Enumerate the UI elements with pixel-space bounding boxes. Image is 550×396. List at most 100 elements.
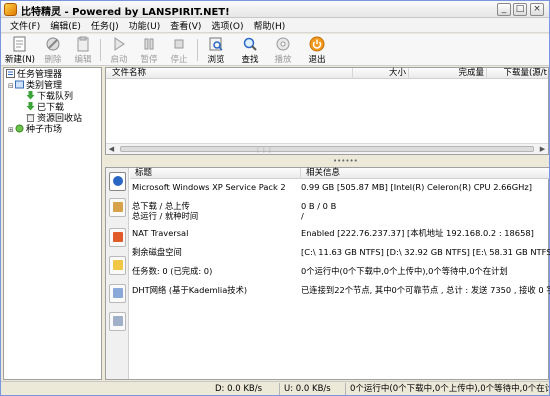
status-bar: D: 0.0 KB/s U: 0.0 KB/s 0个运行中(0个下载中,0个上传… <box>1 381 549 395</box>
tree-item-category-manager[interactable]: ⊟ 类别管理 <box>8 80 62 91</box>
panel-splitter[interactable]: •••••• <box>105 156 549 167</box>
tree-item-downloaded[interactable]: 已下载 <box>26 102 64 113</box>
seed-market-icon <box>15 124 24 133</box>
edit-clipboard-icon <box>77 36 89 52</box>
menu-bar: 文件(F) 编辑(E) 任务(J) 功能(U) 查看(V) 选项(O) 帮助(H… <box>1 18 549 33</box>
play-media-button[interactable]: 播放 <box>269 35 297 65</box>
browse-button[interactable]: 浏览 <box>202 35 230 65</box>
detail-row-info-line2: / <box>301 211 304 221</box>
menu-task[interactable]: 任务(J) <box>86 19 124 32</box>
package-icon <box>113 202 123 212</box>
toolbar: 新建(N) 删除 编辑 启动 暂停 停止 浏览 查找 播放 退出 <box>1 34 549 66</box>
detail-row-title: DHT网络 (基于Kademlia技术) <box>132 285 248 295</box>
browse-folder-icon <box>209 37 223 51</box>
scrollbar-grip-icon: ⋮⋮⋮ <box>255 147 273 154</box>
edit-button[interactable]: 编辑 <box>69 35 97 65</box>
tab-info[interactable] <box>109 172 126 191</box>
tree-item-download-queue[interactable]: 下载队列 <box>26 91 73 102</box>
toolbar-separator <box>100 39 101 61</box>
downloaded-arrow-icon <box>26 102 35 111</box>
play-triangle-icon <box>114 37 125 51</box>
column-size[interactable]: 大小 <box>353 68 409 79</box>
splitter-grip-icon: •••••• <box>333 157 358 165</box>
app-logo-icon <box>4 3 17 16</box>
detail-row-title: 剩余磁盘空间 <box>132 247 182 257</box>
peers-icon <box>113 232 123 242</box>
column-completed[interactable]: 完成量 <box>409 68 487 79</box>
file-list-horizontal-scrollbar[interactable]: ◀ ⋮⋮⋮ ▶ <box>106 143 548 154</box>
detail-row-title-line2: 总运行 / 就种时间 <box>132 211 199 221</box>
column-file-name[interactable]: 文件名称 <box>106 68 353 79</box>
column-info[interactable]: 相关信息 <box>301 168 549 179</box>
tree-item-task-manager[interactable]: 任务管理器 <box>6 69 62 80</box>
stop-icon <box>174 39 184 49</box>
collapse-toggle-icon[interactable]: ⊟ <box>8 81 15 92</box>
status-summary: 0个运行中(0个下载中,0个上传中),0个等待中,0个在计划 <box>345 383 549 395</box>
magnifier-icon <box>243 37 257 51</box>
pause-button[interactable]: 暂停 <box>135 35 163 65</box>
task-manager-icon <box>6 69 15 78</box>
tab-peers[interactable] <box>109 228 126 247</box>
menu-edit[interactable]: 编辑(E) <box>45 19 86 32</box>
file-list: 文件名称 大小 完成量 下载量(源/t ◀ ⋮⋮⋮ ▶ <box>105 67 549 155</box>
start-button[interactable]: 启动 <box>105 35 133 65</box>
maximize-button[interactable]: □ <box>513 3 527 16</box>
find-button[interactable]: 查找 <box>236 35 264 65</box>
tree-item-seed-market[interactable]: ⊞ 种子市场 <box>8 124 62 135</box>
new-document-icon <box>13 36 26 52</box>
detail-side-tabs <box>106 168 129 379</box>
column-downloaded[interactable]: 下载量(源/t <box>487 68 549 79</box>
menu-function[interactable]: 功能(U) <box>124 19 166 32</box>
detail-panel: 标题 相关信息 Microsoft Windows XP Service Pac… <box>105 167 550 380</box>
expand-toggle-icon[interactable]: ⊞ <box>8 125 15 136</box>
media-disc-icon <box>276 37 290 51</box>
scroll-left-arrow-icon[interactable]: ◀ <box>106 144 117 154</box>
tree-item-recycle-bin[interactable]: 资源回收站 <box>26 113 82 124</box>
detail-header: 标题 相关信息 <box>130 168 549 179</box>
toolbar-separator <box>197 39 198 61</box>
delete-icon <box>46 37 60 51</box>
menu-view[interactable]: 查看(V) <box>165 19 206 32</box>
scroll-right-arrow-icon[interactable]: ▶ <box>537 144 548 154</box>
detail-row-info: 0个运行中(0个下载中,0个上传中),0个等待中,0个在计划 <box>301 266 508 276</box>
info-icon <box>113 176 123 186</box>
tracker-icon <box>113 288 123 298</box>
detail-row-info: [C:\ 11.63 GB NTFS] [D:\ 32.92 GB NTFS] … <box>301 247 550 257</box>
tab-settings[interactable] <box>109 312 126 331</box>
task-tree: 任务管理器 ⊟ 类别管理 下载队列 已下载 资源回收站 ⊞ 种子市场 <box>3 67 102 380</box>
minimize-button[interactable]: _ <box>497 3 511 16</box>
log-icon <box>113 260 123 270</box>
exit-button[interactable]: 退出 <box>303 35 331 65</box>
category-icon <box>15 80 24 89</box>
power-icon <box>309 36 325 52</box>
app-window: 比特精灵 - Powered by LANSPIRIT.NET! _ □ × 文… <box>0 0 550 396</box>
scrollbar-thumb[interactable]: ⋮⋮⋮ <box>120 146 534 154</box>
status-upload-speed: U: 0.0 KB/s <box>279 383 345 395</box>
detail-row-info: 已连接到22个节点, 其中0个可靠节点 , 总计 : 发送 7350 , 接收 … <box>301 285 550 295</box>
tab-trackers[interactable] <box>109 284 126 303</box>
new-task-button[interactable]: 新建(N) <box>3 35 37 65</box>
detail-row-info: Enabled [222.76.237.37] [本机地址 192.168.0.… <box>301 228 534 238</box>
tab-log[interactable] <box>109 256 126 275</box>
detail-row-title: Microsoft Windows XP Service Pack 2 <box>132 182 286 192</box>
detail-row-info: 0.99 GB [505.87 MB] [Intel(R) Celeron(R)… <box>301 182 532 192</box>
detail-row-info: 0 B / 0 B <box>301 201 337 211</box>
pause-icon <box>144 38 154 50</box>
file-list-header: 文件名称 大小 完成量 下载量(源/t <box>106 68 548 79</box>
title-bar: 比特精灵 - Powered by LANSPIRIT.NET! _ □ × <box>1 1 549 18</box>
stop-button[interactable]: 停止 <box>165 35 193 65</box>
window-title: 比特精灵 - Powered by LANSPIRIT.NET! <box>21 7 230 18</box>
column-title[interactable]: 标题 <box>130 168 301 179</box>
settings-icon <box>113 316 123 326</box>
recycle-bin-icon <box>26 114 35 122</box>
status-download-speed: D: 0.0 KB/s <box>215 384 263 394</box>
menu-file[interactable]: 文件(F) <box>5 19 45 32</box>
tab-files[interactable] <box>109 198 126 217</box>
delete-button[interactable]: 删除 <box>39 35 67 65</box>
menu-help[interactable]: 帮助(H) <box>249 19 291 32</box>
detail-row-title: 总下载 / 总上传 <box>132 201 190 211</box>
menu-options[interactable]: 选项(O) <box>206 19 248 32</box>
detail-row-title: NAT Traversal <box>132 228 189 238</box>
detail-row-title: 任务数: 0 (已完成: 0) <box>132 266 213 276</box>
close-button[interactable]: × <box>530 3 544 16</box>
